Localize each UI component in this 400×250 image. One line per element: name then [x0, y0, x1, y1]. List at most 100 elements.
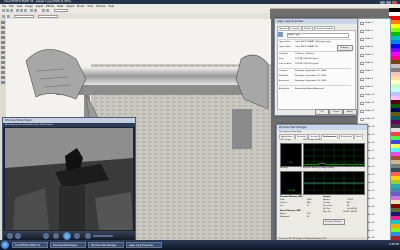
memory-history-lines [304, 172, 364, 194]
location-label: Location: [279, 53, 289, 55]
mute-icon[interactable] [85, 233, 91, 239]
opacity-field[interactable] [38, 14, 58, 18]
mode-icon[interactable] [2, 14, 5, 18]
folder-icon [360, 77, 364, 81]
clone-tool-icon[interactable] [1, 66, 5, 69]
undo-icon[interactable] [30, 9, 33, 12]
list-item[interactable]: Folder 11 [360, 101, 388, 105]
accessed-value: Saturday, September 13, 2008 [295, 80, 326, 82]
cpu-usage-label: CPU Usage [280, 139, 291, 141]
size-on-disk-label: Size on disk: [279, 63, 292, 65]
list-item[interactable]: Folder 6 [360, 61, 388, 65]
list-item[interactable]: Folder 7 [360, 69, 388, 73]
taskbar-item[interactable]: eagle 1.jpg Properties [126, 242, 162, 248]
list-item[interactable]: Folder 10 [360, 93, 388, 97]
opens-with-label: Opens with: [279, 46, 291, 48]
tab-performance[interactable]: Performance [320, 134, 339, 139]
import-icon[interactable] [42, 9, 45, 12]
list-item[interactable]: Folder 2 [360, 29, 388, 33]
memory-history-label: Physical Memory Usage History [303, 167, 335, 169]
memory-label: Memory [280, 167, 289, 169]
player-nav[interactable]: Now Playing Library Rip Burn Sync Media … [3, 123, 135, 127]
filename-field[interactable]: eagle 1.jpg [287, 33, 349, 38]
lasso-tool-icon[interactable] [1, 31, 5, 34]
export-icon[interactable] [46, 9, 49, 12]
paint-tool-icon[interactable] [1, 56, 5, 59]
created-value: Saturday, September 13, 2008 [295, 70, 326, 72]
list-item[interactable]: Folder 5 [360, 53, 388, 57]
dialog-title: eagle 1.jpg Properties [275, 19, 357, 24]
pick-tool-icon[interactable] [1, 21, 5, 24]
cut-icon[interactable] [16, 9, 19, 12]
new-icon[interactable] [2, 9, 5, 12]
list-item[interactable]: Folder 8 [360, 77, 388, 81]
list-item[interactable]: Folder 3 [360, 37, 388, 41]
mask-tool-icon[interactable] [1, 26, 5, 29]
video-frame[interactable] [5, 128, 133, 230]
stop-icon[interactable] [43, 233, 49, 239]
shape-tool-icon[interactable] [1, 81, 5, 84]
folder-icon [360, 53, 364, 57]
clock[interactable]: 6:38 PM [388, 242, 400, 248]
size-field[interactable] [14, 14, 34, 18]
task-manager-window: Windows Task Manager File Options View H… [276, 124, 368, 242]
size-on-disk-value: 124 KB (126,976 bytes) [295, 63, 319, 65]
previous-icon[interactable] [53, 233, 59, 239]
taskbar-item[interactable]: Corel PHOTO-PAINT X4 [12, 242, 48, 248]
list-item[interactable]: Folder 12 [360, 109, 388, 113]
shuffle-icon[interactable] [7, 233, 13, 239]
folder-icon [360, 37, 364, 41]
taskbar-item[interactable]: Windows Media Player [50, 242, 86, 248]
crop-tool-icon[interactable] [1, 36, 5, 39]
apply-button[interactable]: Apply [343, 109, 357, 115]
location-value: C:\Users\...\Pictures [295, 53, 315, 55]
start-button[interactable] [1, 241, 9, 249]
memory-meter: 1.03 GB [280, 171, 302, 195]
text-tool-icon[interactable] [1, 51, 5, 54]
folder-icon [360, 29, 364, 33]
ok-button[interactable]: OK [315, 109, 329, 115]
folder-icon [360, 85, 364, 89]
divider [279, 39, 351, 40]
attributes-value[interactable]: Read-only Hidden Advanced... [295, 88, 325, 91]
eyedropper-tool-icon[interactable] [1, 46, 5, 49]
folder-icon [360, 21, 364, 25]
list-item[interactable]: Folder 1 [360, 21, 388, 25]
eraser-tool-icon[interactable] [1, 71, 5, 74]
fill-tool-icon[interactable] [1, 76, 5, 79]
list-item[interactable]: Folder 4 [360, 45, 388, 49]
open-icon[interactable] [6, 9, 9, 12]
effect-tool-icon[interactable] [1, 61, 5, 64]
task-manager-tabs: Applications Processes Services Performance… [279, 134, 364, 139]
stat-value: 49 [307, 216, 310, 218]
next-icon[interactable] [74, 233, 80, 239]
cancel-button[interactable]: Cancel [329, 109, 343, 115]
redo-icon[interactable] [34, 9, 37, 12]
folder-icon [360, 61, 364, 65]
cpu-history-label: CPU Usage History [303, 139, 322, 141]
memory-value: 1.03 GB [287, 190, 295, 192]
zoom-combo[interactable] [54, 9, 68, 12]
divider [279, 51, 351, 52]
memory-history-graph [303, 171, 365, 195]
play-pause-icon[interactable] [63, 232, 71, 240]
tab-networking[interactable]: Networking [338, 134, 354, 139]
folder-icon [360, 45, 364, 49]
save-icon[interactable] [10, 9, 13, 12]
video-still [5, 128, 133, 230]
list-item[interactable]: Folder 9 [360, 85, 388, 89]
media-player-window: Windows Media Player Now Playing Library… [2, 117, 136, 242]
resource-monitor-button[interactable]: Resource Monitor... [323, 219, 345, 225]
copy-icon[interactable] [20, 9, 23, 12]
repeat-icon[interactable] [15, 233, 21, 239]
paste-icon[interactable] [24, 9, 27, 12]
transparency-icon[interactable] [7, 14, 10, 18]
type-label: Type of file: [279, 41, 291, 43]
zoom-tool-icon[interactable] [1, 41, 5, 44]
stat-label: Page File [323, 211, 331, 213]
list-item[interactable]: Folder 13 [360, 117, 388, 121]
tab-users[interactable]: Users [353, 134, 364, 139]
volume-slider[interactable] [93, 235, 113, 237]
folder-icon [360, 93, 364, 97]
taskbar-item[interactable]: Windows Task Manager [88, 242, 124, 248]
